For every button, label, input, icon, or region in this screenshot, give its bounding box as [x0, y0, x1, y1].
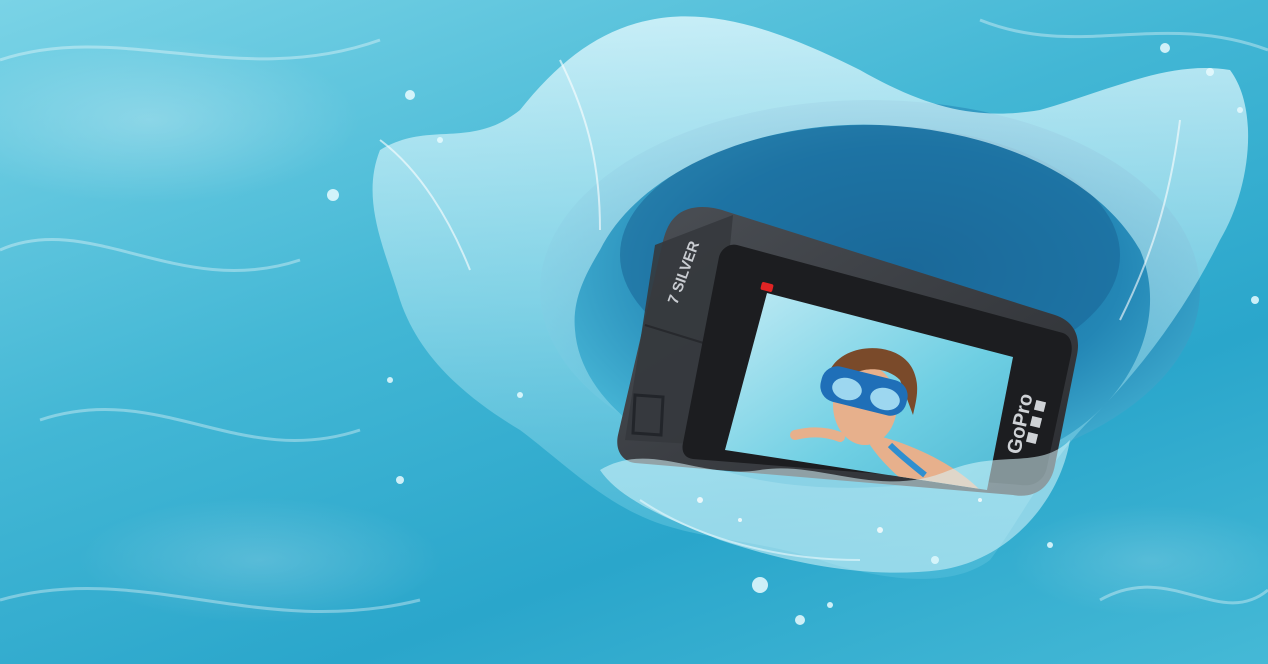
foreground-splash — [600, 440, 1070, 573]
photo-scene: 7 SILVER GoPro — [0, 0, 1268, 664]
